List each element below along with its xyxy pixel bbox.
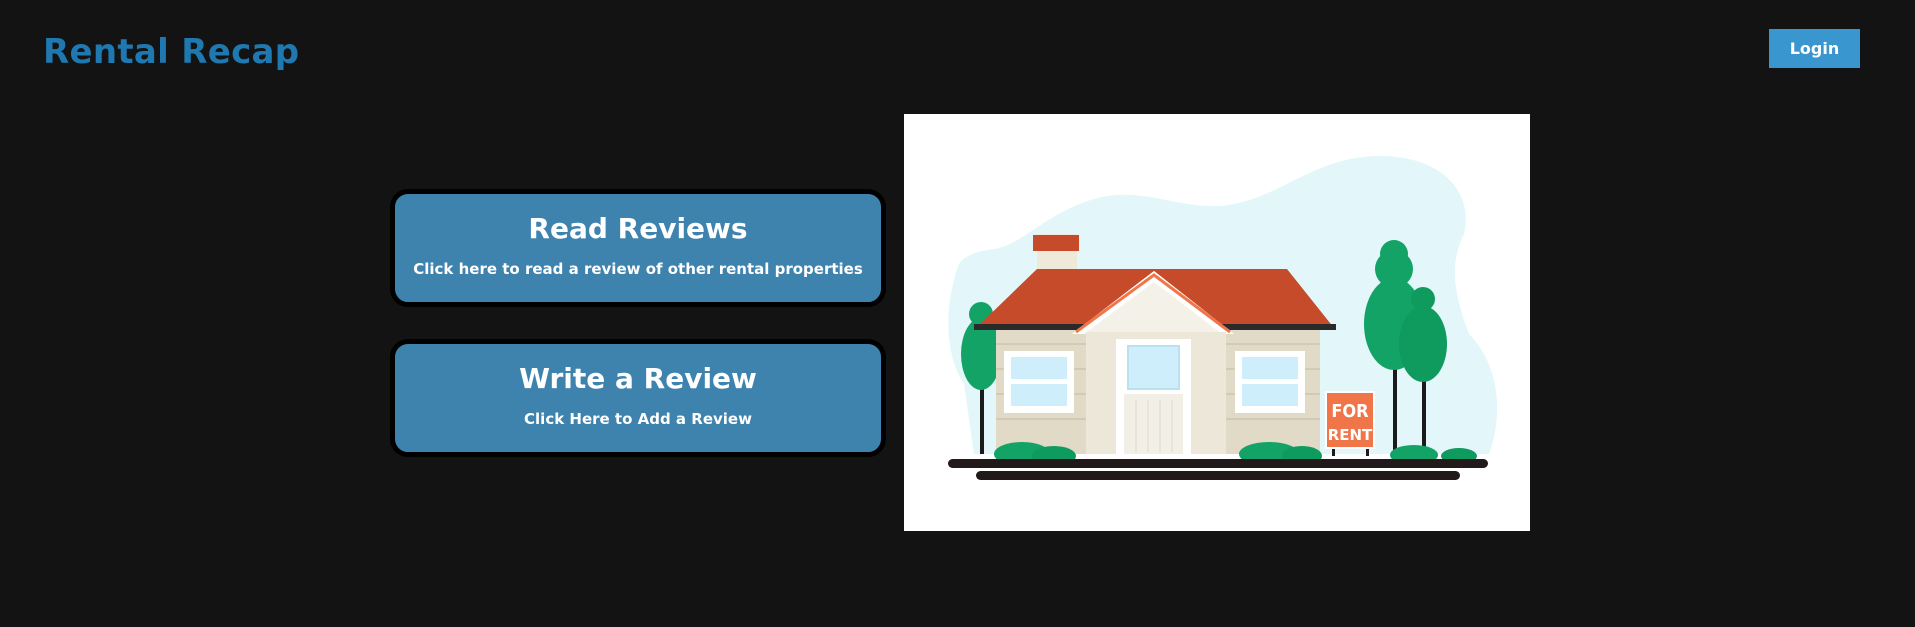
login-button[interactable]: Login (1769, 29, 1860, 68)
write-review-title: Write a Review (519, 362, 757, 395)
write-review-card[interactable]: Write a Review Click Here to Add a Revie… (390, 339, 886, 457)
read-reviews-subtitle: Click here to read a review of other ren… (413, 260, 863, 278)
write-review-subtitle: Click Here to Add a Review (524, 410, 752, 428)
house-illustration-svg: FOR RENT (948, 155, 1498, 480)
front-door-window (1127, 345, 1180, 390)
page: Rental Recap Login Read Reviews Click he… (0, 0, 1915, 627)
house-for-rent-illustration: FOR RENT (904, 114, 1530, 531)
read-reviews-card[interactable]: Read Reviews Click here to read a review… (390, 189, 886, 307)
page-scrollbar[interactable] (1900, 0, 1915, 627)
read-reviews-title: Read Reviews (528, 212, 748, 245)
brand-logo[interactable]: Rental Recap (43, 32, 299, 72)
sign-line-rent: RENT (1328, 426, 1373, 444)
sign-line-for: FOR (1331, 401, 1369, 422)
ground (948, 459, 1488, 468)
